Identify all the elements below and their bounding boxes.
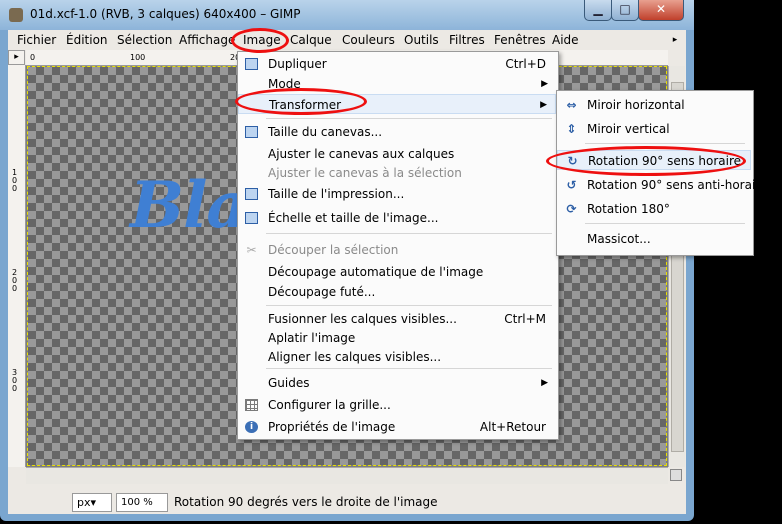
- menu-fenetres[interactable]: Fenêtres: [494, 33, 546, 47]
- menu-item-ajuster-canevas[interactable]: Ajuster le canevas aux calques: [238, 144, 556, 164]
- menu-item-label: Miroir vertical: [587, 122, 670, 136]
- menu-item-label: Guides: [268, 376, 310, 390]
- submenu-arrow-icon: ▶: [540, 100, 547, 110]
- menu-item-massicot[interactable]: Massicot...: [557, 229, 751, 249]
- menu-separator: [266, 305, 552, 306]
- close-button[interactable]: ✕: [638, 0, 684, 21]
- canvas-size-icon: [245, 126, 258, 138]
- menu-item-label: Échelle et taille de l'image...: [268, 211, 439, 225]
- ruler-tick-label: 100: [130, 53, 146, 62]
- menu-item-label: Fusionner les calques visibles...: [268, 312, 457, 326]
- scale-image-icon: [245, 212, 258, 224]
- crop-knife-icon: ✂: [246, 243, 257, 257]
- menu-item-guides[interactable]: Guides ▶: [238, 373, 556, 393]
- menu-item-label: Miroir horizontal: [587, 98, 685, 112]
- rotate-ccw-icon: ↺: [566, 178, 577, 192]
- menu-item-aligner[interactable]: Aligner les calques visibles...: [238, 347, 556, 367]
- menu-edition[interactable]: Édition: [66, 33, 108, 47]
- menu-item-label: Propriétés de l'image: [268, 420, 396, 434]
- menu-item-miroir-vertical[interactable]: ⇕ Miroir vertical: [557, 119, 751, 139]
- menu-item-label: Taille de l'impression...: [268, 187, 405, 201]
- menu-separator: [585, 143, 745, 144]
- ruler-corner-button[interactable]: ▸: [8, 50, 25, 65]
- print-size-icon: [245, 188, 258, 200]
- menu-fichier[interactable]: Fichier: [17, 33, 56, 47]
- menu-separator: [585, 223, 745, 224]
- maximize-button[interactable]: □: [611, 0, 639, 21]
- menu-item-proprietes[interactable]: i Propriétés de l'image Alt+Retour: [238, 417, 556, 437]
- menu-shortcut: Ctrl+D: [505, 57, 546, 71]
- ruler-tick-label: 2 0 0: [12, 268, 18, 293]
- menu-separator: [266, 368, 552, 369]
- menu-shortcut: Ctrl+M: [504, 312, 546, 326]
- submenu-arrow-icon: ▶: [541, 378, 548, 388]
- window-title: 01d.xcf-1.0 (RVB, 3 calques) 640x400 – G…: [30, 7, 301, 21]
- menu-aide[interactable]: Aide: [552, 33, 579, 47]
- menu-item-decouper-selection: ✂ Découper la sélection: [238, 240, 556, 260]
- menu-item-grille[interactable]: Configurer la grille...: [238, 395, 556, 415]
- menu-filtres[interactable]: Filtres: [449, 33, 485, 47]
- submenu-arrow-icon: ▶: [541, 79, 548, 89]
- menu-item-label: Rotation 90° sens anti-horaire: [587, 178, 768, 192]
- menu-item-decoupage-fute[interactable]: Découpage futé...: [238, 282, 556, 302]
- menu-item-label: Découpage automatique de l'image: [268, 265, 484, 279]
- menu-item-decoupage-auto[interactable]: Découpage automatique de l'image: [238, 262, 556, 282]
- menu-arrow-icon[interactable]: ▸: [669, 34, 681, 46]
- menu-item-ajuster-selection: Ajuster le canevas à la sélection: [238, 163, 556, 183]
- rotate-180-icon: ⟳: [566, 202, 577, 216]
- menu-item-dupliquer[interactable]: Dupliquer Ctrl+D: [238, 54, 556, 74]
- annotation-ring-image-menu: [231, 28, 289, 53]
- status-message: Rotation 90 degrés vers le droite de l'i…: [174, 495, 438, 509]
- menu-item-label: Ajuster le canevas à la sélection: [268, 166, 462, 180]
- annotation-ring-transformer: [235, 88, 367, 115]
- menu-calque[interactable]: Calque: [290, 33, 332, 47]
- menu-item-label: Aplatir l'image: [268, 331, 356, 345]
- gimp-app-icon: [9, 8, 23, 22]
- minimize-button[interactable]: ▁: [584, 0, 612, 21]
- zoom-select[interactable]: 100 %: [116, 493, 168, 512]
- menu-affichage[interactable]: Affichage: [179, 33, 235, 47]
- menu-separator: [266, 118, 552, 119]
- menu-separator: [266, 233, 552, 234]
- menu-item-label: Configurer la grille...: [268, 398, 391, 412]
- grid-icon: [245, 399, 258, 411]
- ruler-tick-label: 3 0 0: [12, 368, 18, 393]
- menu-item-rotation-180[interactable]: ⟳ Rotation 180°: [557, 199, 751, 219]
- menu-item-label: Massicot...: [587, 232, 651, 246]
- vertical-ruler[interactable]: 1 0 0 2 0 0 3 0 0: [8, 65, 26, 467]
- menu-outils[interactable]: Outils: [404, 33, 439, 47]
- navigate-icon[interactable]: [670, 469, 682, 481]
- menu-shortcut: Alt+Retour: [479, 420, 546, 434]
- menu-item-label: Rotation 180°: [587, 202, 670, 216]
- flip-horizontal-icon: ⇔: [566, 98, 577, 112]
- horizontal-scrollbar[interactable]: [26, 467, 668, 484]
- menu-item-label: Aligner les calques visibles...: [268, 350, 442, 364]
- menu-item-fusionner[interactable]: Fusionner les calques visibles... Ctrl+M: [238, 309, 556, 329]
- info-icon: i: [245, 421, 258, 433]
- menu-couleurs[interactable]: Couleurs: [342, 33, 395, 47]
- menu-item-label: Découper la sélection: [268, 243, 399, 257]
- unit-select[interactable]: px▾: [72, 493, 112, 512]
- menu-item-miroir-horizontal[interactable]: ⇔ Miroir horizontal: [557, 95, 751, 115]
- flip-vertical-icon: ⇕: [566, 122, 577, 136]
- duplicate-icon: [245, 58, 258, 70]
- ruler-tick-label: 0: [30, 53, 36, 62]
- menu-item-taille-canevas[interactable]: Taille du canevas...: [238, 122, 556, 142]
- menu-item-aplatir[interactable]: Aplatir l'image: [238, 328, 556, 348]
- annotation-ring-rotation: [546, 146, 746, 176]
- menu-item-label: Découpage futé...: [268, 285, 376, 299]
- menu-item-label: Taille du canevas...: [268, 125, 383, 139]
- menu-selection[interactable]: Sélection: [117, 33, 172, 47]
- menu-item-label: Dupliquer: [268, 57, 327, 71]
- menu-item-taille-impression[interactable]: Taille de l'impression...: [238, 184, 556, 204]
- menu-item-rotation-90-anti-horaire[interactable]: ↺ Rotation 90° sens anti-horaire: [557, 175, 767, 195]
- ruler-tick-label: 1 0 0: [12, 168, 18, 193]
- menu-item-echelle[interactable]: Échelle et taille de l'image...: [238, 208, 556, 228]
- menu-item-label: Ajuster le canevas aux calques: [268, 147, 455, 161]
